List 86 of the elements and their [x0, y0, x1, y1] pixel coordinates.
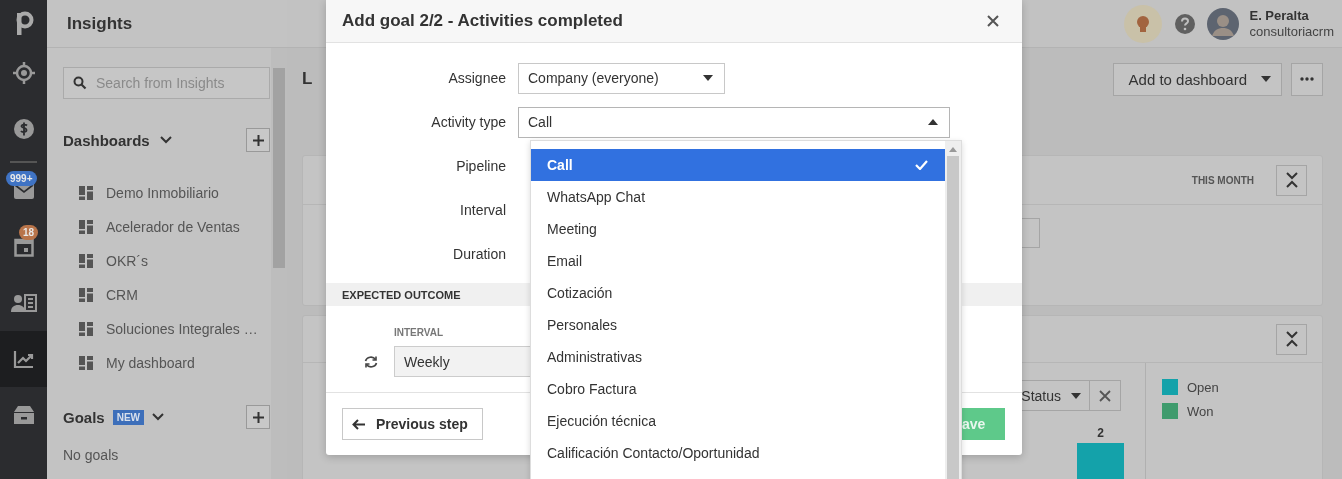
scroll-thumb[interactable] — [947, 156, 959, 479]
count-badge: 999+ — [6, 171, 37, 186]
page-title: Insights — [67, 13, 133, 34]
dropdown-option[interactable]: Cotización — [531, 277, 945, 309]
target-icon — [11, 61, 36, 85]
nav-item[interactable] — [0, 331, 47, 387]
select-field[interactable]: Call — [518, 106, 950, 138]
report-title: L — [302, 69, 313, 89]
section-title: EXPECTED OUTCOME — [342, 288, 461, 301]
field-label: Pipeline — [455, 158, 507, 174]
box-icon — [12, 405, 35, 425]
account-name: consultoriacrm — [1249, 23, 1334, 40]
dashboard-item[interactable]: Acelerador de Ventas — [63, 210, 271, 244]
chevron-icon[interactable] — [152, 413, 165, 421]
dashboard-item[interactable]: Demo Inmobiliario — [63, 176, 271, 210]
legend-label: Won — [1187, 403, 1214, 419]
bar-value: 2 — [1097, 425, 1104, 441]
dropdown-option[interactable]: Call — [531, 149, 945, 181]
dropdown-option[interactable]: Personales — [531, 309, 945, 341]
more-icon — [1300, 77, 1314, 81]
dropdown-option[interactable]: Meeting — [531, 213, 945, 245]
caret-icon — [703, 75, 713, 81]
chart-icon — [12, 349, 35, 369]
check-icon — [915, 160, 928, 170]
close-icon[interactable] — [987, 15, 999, 27]
search-icon — [73, 76, 87, 90]
field-label: Assignee — [447, 70, 507, 86]
dashboard-item[interactable]: CRM — [63, 278, 271, 312]
dropdown-option[interactable]: Email — [531, 245, 945, 277]
collapse-button[interactable] — [1276, 164, 1307, 196]
scrollbar[interactable] — [271, 48, 287, 479]
caret-icon — [1071, 392, 1081, 399]
dashboard-icon — [79, 186, 93, 200]
user-name: E. Peralta — [1249, 7, 1310, 24]
collapse-icon — [1285, 331, 1298, 347]
field-label: Activity type — [430, 114, 507, 130]
help-icon[interactable] — [1175, 13, 1196, 34]
search-field[interactable]: Search from Insights — [63, 67, 270, 99]
refresh-icon — [363, 354, 379, 369]
dashboard-icon — [79, 356, 93, 370]
dashboard-icon — [79, 220, 93, 234]
chevron-icon[interactable] — [159, 136, 172, 144]
collapse-button[interactable] — [1276, 323, 1307, 355]
close-icon — [1099, 389, 1111, 402]
dropdown-option[interactable]: Ejecución técnica — [531, 405, 945, 437]
lightbulb-icon[interactable] — [1123, 3, 1164, 44]
count-badge: 18 — [19, 225, 39, 240]
dropdown-option[interactable]: Calificación Contacto/Oportunidad — [531, 437, 945, 469]
plus-icon — [252, 134, 264, 146]
dialog-title: Add goal 2/2 - Activities completed — [342, 11, 623, 31]
dashboard-item[interactable]: Soluciones Integrales … — [63, 312, 271, 346]
select-field[interactable]: Company (everyone) — [518, 62, 725, 94]
add-to-dashboard-button[interactable]: Add to dashboard — [1112, 62, 1282, 96]
arrow-left-icon — [352, 418, 365, 430]
dashboard-icon — [79, 288, 93, 302]
previous-step-button[interactable]: Previous step — [342, 408, 483, 440]
dollar-icon — [12, 118, 35, 140]
remove-filter-button[interactable] — [1090, 380, 1121, 411]
empty-text: No goals — [63, 447, 120, 463]
add-button[interactable] — [246, 405, 270, 429]
period-label: THIS MONTH — [1191, 174, 1254, 186]
caret-icon — [928, 119, 938, 125]
calendar-icon — [13, 237, 34, 257]
dashboard-icon — [79, 322, 93, 336]
dropdown-option[interactable]: WhatsApp Chat — [531, 181, 945, 213]
dashboard-item[interactable]: OKR´s — [63, 244, 271, 278]
scroll-thumb[interactable] — [273, 68, 285, 268]
collapse-icon — [1285, 172, 1298, 188]
field-label: Duration — [452, 246, 507, 262]
plus-icon — [252, 411, 264, 423]
contacts-icon — [10, 293, 37, 313]
section-title: Dashboards — [63, 131, 150, 149]
field-label: Interval — [459, 202, 507, 218]
scrollbar[interactable] — [945, 141, 961, 479]
dashboard-icon — [79, 254, 93, 268]
more-button[interactable] — [1291, 62, 1323, 96]
dashboard-item[interactable]: My dashboard — [63, 346, 271, 380]
new-badge: NEW — [112, 409, 145, 425]
avatar-icon[interactable] — [1207, 7, 1240, 40]
nav-item[interactable]: 999+ — [0, 163, 47, 219]
bar — [1077, 443, 1124, 479]
field-label: INTERVAL — [394, 327, 445, 338]
legend-label: Open — [1187, 379, 1219, 395]
caret-icon — [1261, 76, 1271, 82]
section-title: Goals — [63, 408, 105, 426]
add-button[interactable] — [246, 128, 270, 152]
